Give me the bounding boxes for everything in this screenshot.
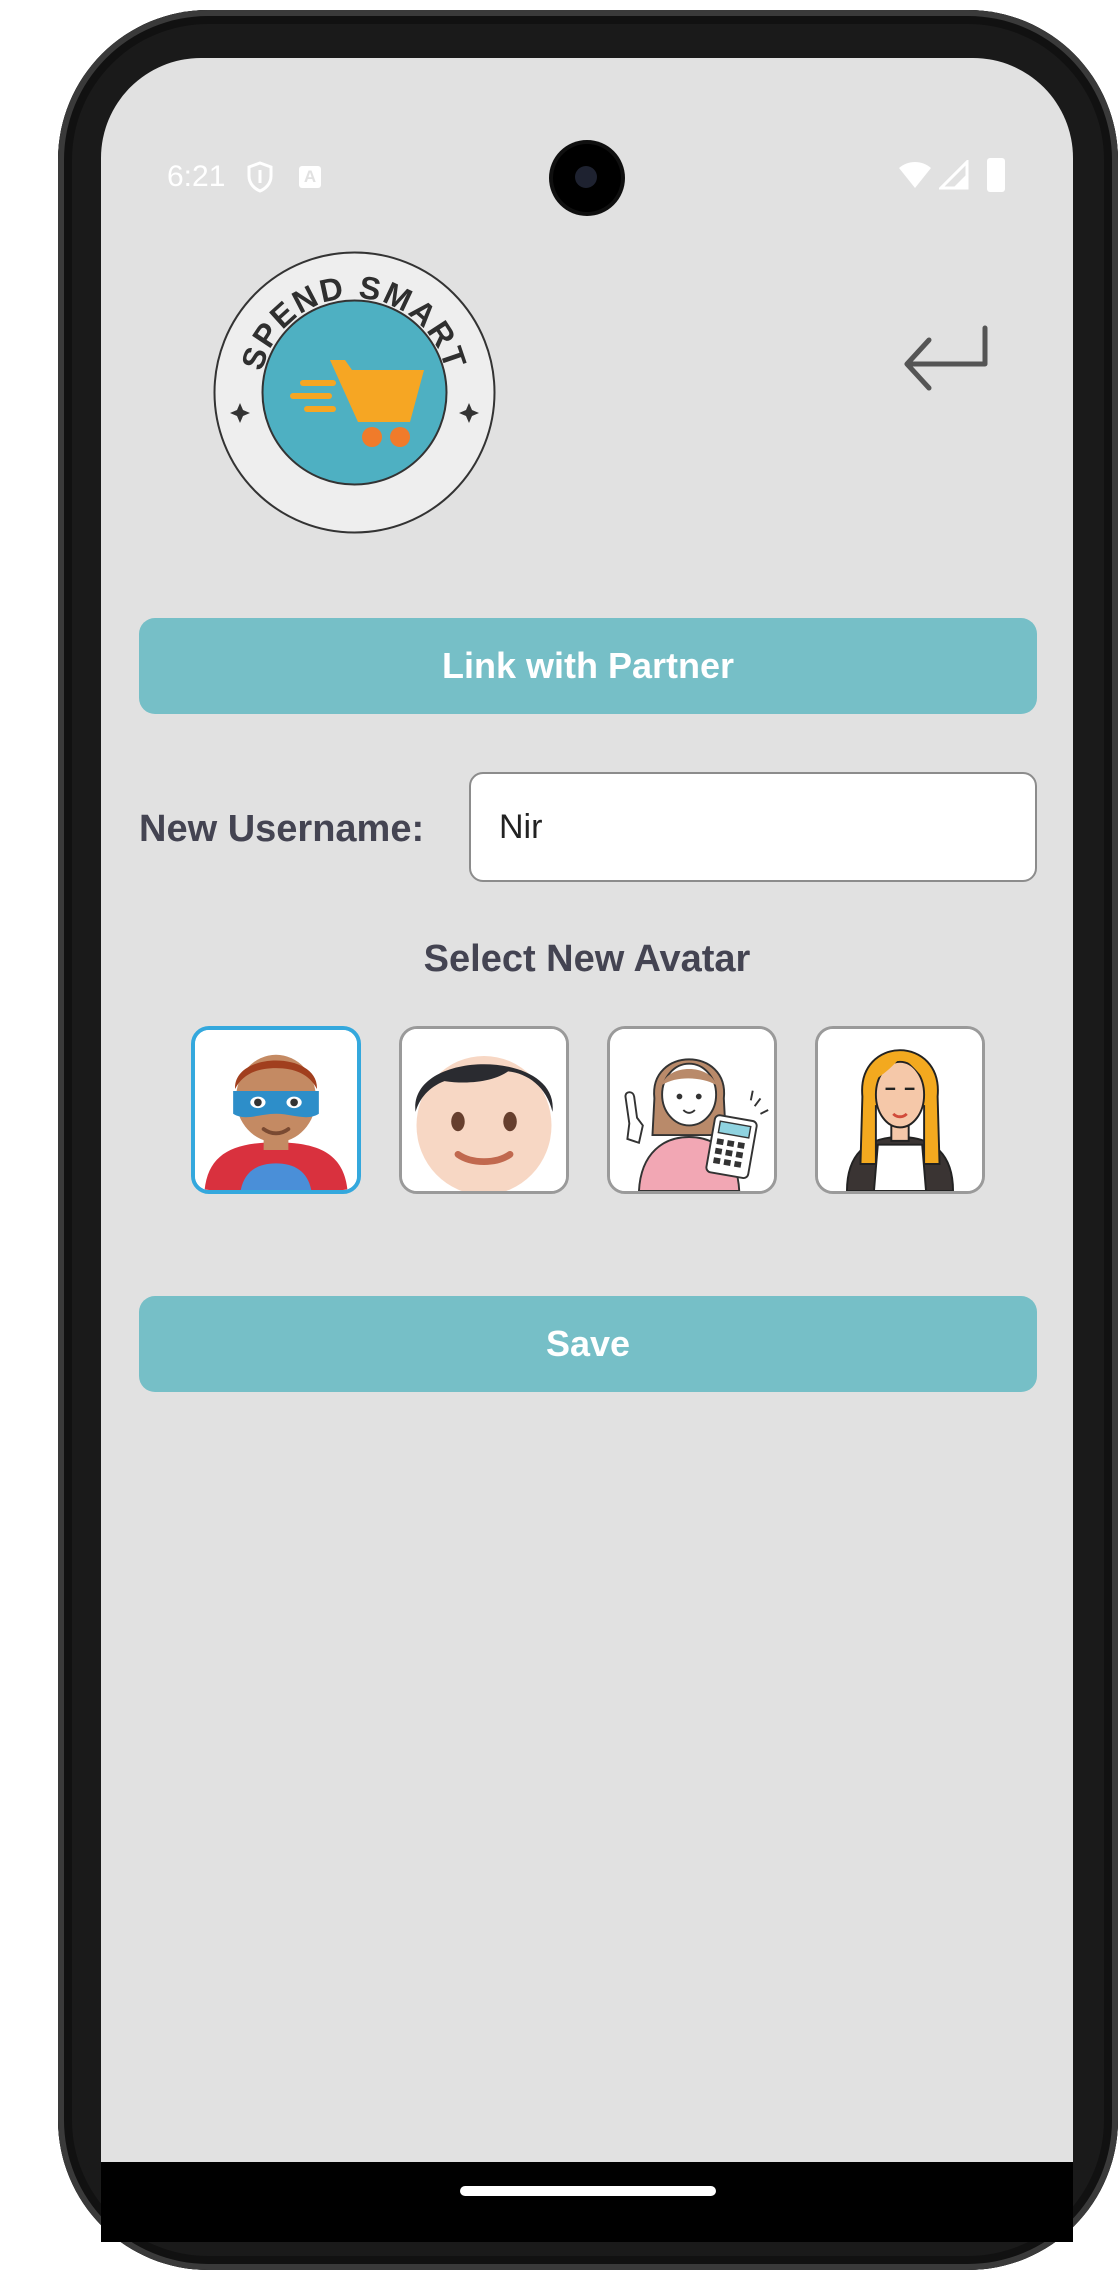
status-bar: 6:21 A — [101, 58, 1073, 212]
spend-smart-logo: SPEND SMART — [213, 251, 496, 534]
boy-avatar-icon — [402, 1029, 566, 1191]
blonde-woman-avatar[interactable] — [815, 1026, 985, 1194]
app-screen: 6:21 A SPEND SMART Link with Partner New… — [101, 58, 1073, 2162]
status-time: 6:21 — [167, 160, 226, 193]
home-indicator[interactable] — [460, 2186, 716, 2196]
navigation-bar — [101, 2162, 1073, 2242]
superhero-avatar[interactable] — [191, 1026, 361, 1194]
avatar-section-title: Select New Avatar — [423, 938, 751, 980]
username-label: New Username: — [139, 808, 425, 850]
girl-calculator-avatar[interactable] — [607, 1026, 777, 1194]
save-button[interactable]: Save — [139, 1296, 1037, 1392]
shield-icon — [247, 161, 273, 193]
link-partner-button[interactable]: Link with Partner — [139, 618, 1037, 714]
girl-calculator-avatar-icon — [610, 1029, 774, 1191]
return-arrow-icon[interactable] — [899, 318, 995, 402]
battery-icon — [987, 158, 1005, 192]
blonde-woman-avatar-icon — [818, 1029, 982, 1191]
page: 6:21 A SPEND SMART Link with Partner New… — [0, 0, 1118, 2270]
superhero-avatar-icon — [195, 1030, 357, 1190]
wifi-icon — [899, 162, 931, 188]
a-icon: A — [299, 166, 321, 188]
signal-icon — [939, 160, 969, 190]
username-input[interactable] — [469, 772, 1037, 882]
boy-avatar[interactable] — [399, 1026, 569, 1194]
front-camera — [553, 144, 621, 212]
